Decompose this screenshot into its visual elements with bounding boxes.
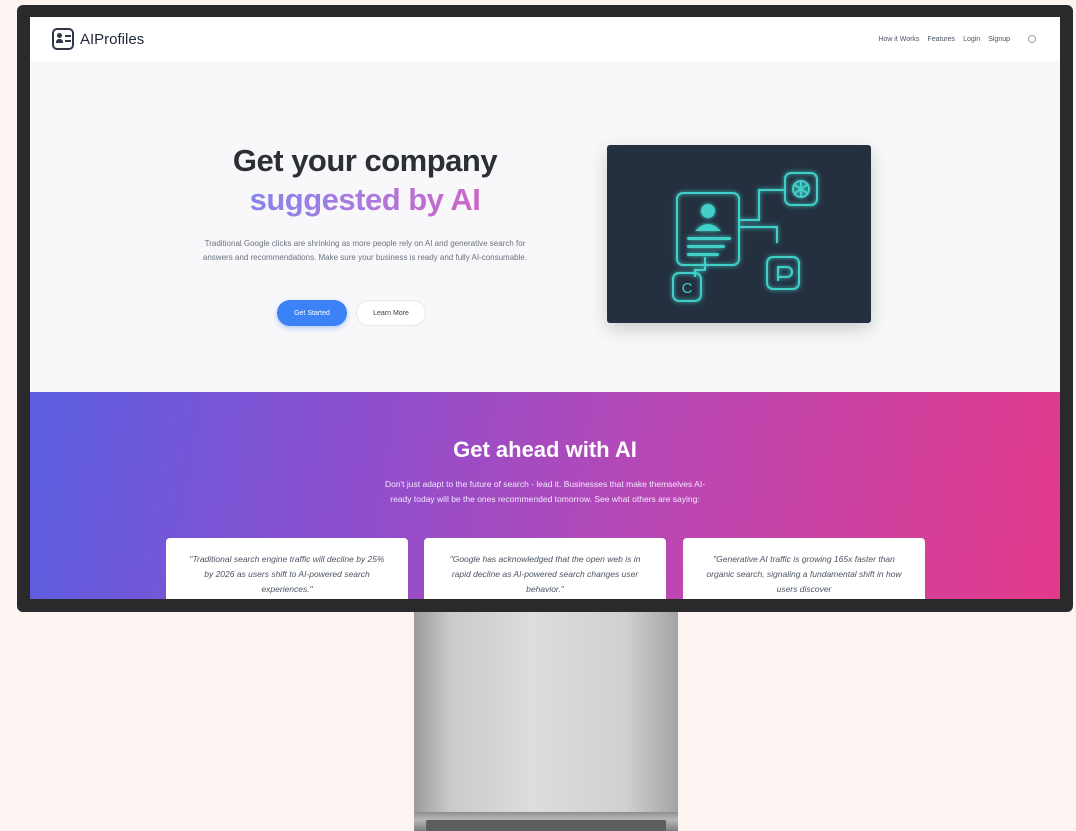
quote-card: "Generative AI traffic is growing 165x f… bbox=[683, 538, 925, 599]
top-navbar: AIProfiles How it Works Features Login S… bbox=[30, 17, 1060, 61]
section-title: Get ahead with AI bbox=[453, 437, 637, 462]
hero-title-line2: suggested by AI bbox=[180, 180, 550, 219]
get-started-button[interactable]: Get Started bbox=[277, 300, 347, 326]
monitor-stand bbox=[414, 612, 678, 831]
quote-card: "Traditional search engine traffic will … bbox=[166, 538, 408, 599]
nav-link-login[interactable]: Login bbox=[963, 36, 980, 43]
section-description: Don't just adapt to the future of search… bbox=[384, 479, 706, 504]
c-badge-letter: C bbox=[682, 280, 693, 297]
learn-more-button[interactable]: Learn More bbox=[356, 300, 426, 326]
nav-link-how-it-works[interactable]: How it Works bbox=[878, 36, 919, 43]
brand[interactable]: AIProfiles bbox=[52, 28, 144, 50]
hero-title-line1: Get your company bbox=[232, 143, 498, 178]
brand-name: AIProfiles bbox=[80, 30, 145, 48]
profile-card-icon bbox=[52, 28, 74, 50]
nav-links: How it Works Features Login Signup bbox=[878, 35, 1036, 43]
browser-screen: AIProfiles How it Works Features Login S… bbox=[30, 17, 1060, 599]
monitor-frame: AIProfiles How it Works Features Login S… bbox=[17, 5, 1073, 612]
hero-illustration: C bbox=[607, 145, 871, 323]
quote-card: "Google has acknowledged that the open w… bbox=[424, 538, 666, 599]
hero-description: Traditional Google clicks are shrinking … bbox=[202, 239, 528, 262]
theme-toggle-icon[interactable] bbox=[1028, 35, 1036, 43]
hero-section: Get your company suggested by AI Traditi… bbox=[30, 61, 1060, 392]
get-ahead-section: Get ahead with AI Don't just adapt to th… bbox=[30, 392, 1060, 599]
nav-link-features[interactable]: Features bbox=[927, 36, 955, 43]
ai-network-illustration: C bbox=[672, 172, 818, 302]
monitor-stand-slot bbox=[426, 820, 666, 831]
nav-link-signup[interactable]: Signup bbox=[988, 36, 1010, 43]
